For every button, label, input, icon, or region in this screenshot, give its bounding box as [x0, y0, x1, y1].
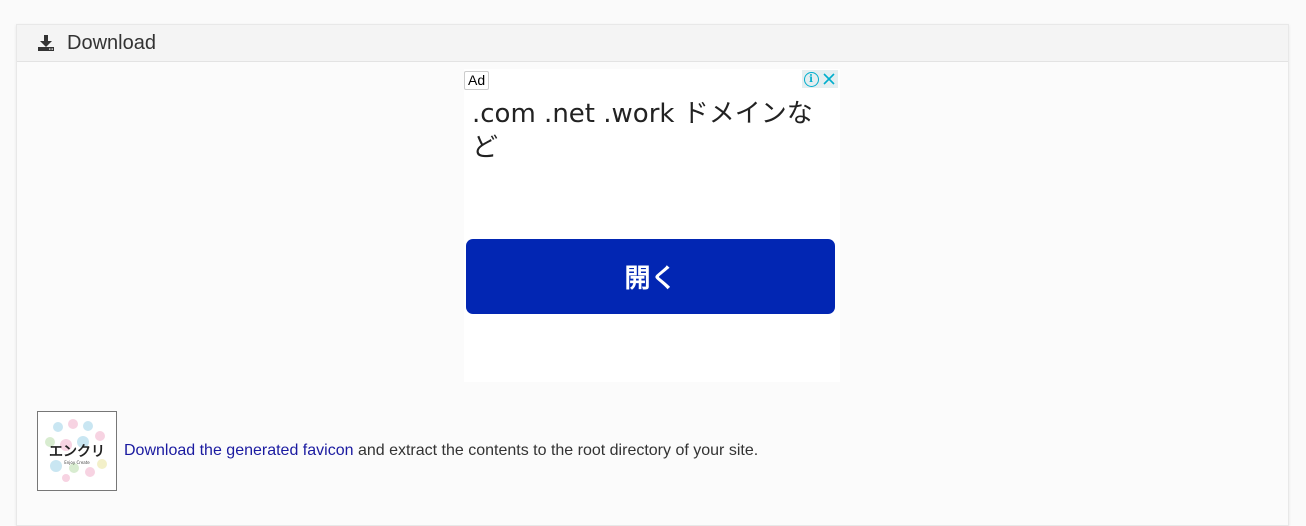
description-rest: and extract the contents to the root dir… — [353, 442, 759, 459]
download-panel: Download Ad i .com .net .work ドメインなど 開く — [16, 24, 1289, 526]
ad-controls: i — [802, 70, 838, 88]
close-icon[interactable] — [820, 70, 838, 88]
download-favicon-link[interactable]: Download the generated favicon — [124, 442, 354, 459]
panel-header: Download — [17, 25, 1288, 62]
favicon-description: Download the generated favicon and extra… — [124, 442, 758, 460]
favicon-row: エンクリ Enjoy Create Download the generated… — [37, 411, 758, 491]
advertisement[interactable]: Ad i .com .net .work ドメインなど 開く — [464, 69, 840, 382]
favicon-thumbnail: エンクリ Enjoy Create — [37, 411, 117, 491]
info-icon[interactable]: i — [802, 70, 820, 88]
panel-title: Download — [67, 31, 156, 54]
ad-headline[interactable]: .com .net .work ドメインなど — [472, 97, 817, 165]
ad-open-button[interactable]: 開く — [466, 239, 835, 314]
thumbnail-subtext: Enjoy Create — [64, 460, 90, 465]
download-icon — [37, 34, 55, 52]
ad-badge: Ad — [464, 71, 490, 90]
thumbnail-text: エンクリ — [49, 444, 105, 460]
